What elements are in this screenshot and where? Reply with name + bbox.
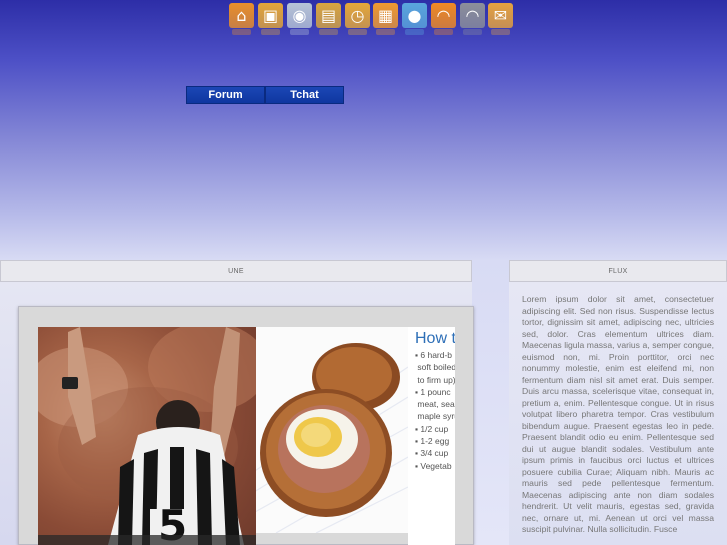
tab-tchat[interactable]: Tchat [265, 86, 344, 104]
referee-image-caption-bar [38, 535, 256, 545]
list-item: meat, seas [417, 399, 455, 410]
article-title[interactable]: How to [415, 330, 455, 348]
referee-image[interactable]: 5 [38, 327, 256, 545]
calendar-icon[interactable]: ▦ [373, 3, 398, 35]
une-header-label: UNE [228, 267, 244, 275]
chat-bubble-icon[interactable]: ● [402, 3, 427, 35]
list-item: ▪ 6 hard-b [415, 350, 453, 360]
list-item: ▪ 1 pounc [415, 386, 451, 397]
list-item: ▪ 1/2 cup [415, 423, 449, 434]
list-item: to firm up) [417, 374, 455, 385]
flux-header: FLUX [509, 260, 727, 282]
flux-header-label: FLUX [608, 267, 628, 275]
list-item: soft boiled [417, 362, 455, 373]
briefcase-icon[interactable]: ▣ [258, 3, 283, 35]
home-icon[interactable]: ⌂ [229, 3, 254, 35]
une-header: UNE [0, 260, 472, 282]
list-item: ▪ 3/4 cup [415, 448, 449, 459]
tab-forum[interactable]: Forum [186, 86, 265, 104]
feed-icon[interactable]: ◠ [460, 3, 485, 35]
recipe-article-preview[interactable]: How to ▪ 6 hard-b soft boiled to firm up… [408, 327, 455, 545]
main-nav: Forum Tchat [186, 86, 344, 104]
clock-icon[interactable]: ◷ [345, 3, 370, 35]
list-item: maple syru [417, 411, 455, 422]
list-item: ▪ 1-2 egg [415, 436, 450, 447]
mail-icon[interactable]: ✉ [488, 3, 513, 35]
cd-icon[interactable]: ◉ [287, 3, 312, 35]
list-item: ▪ Vegetab [415, 460, 452, 471]
rss-icon[interactable]: ◠ [431, 3, 456, 35]
flux-body-text: Lorem ipsum dolor sit amet, consectetuer… [522, 294, 714, 534]
clapperboard-icon[interactable]: ▤ [316, 3, 341, 35]
scotch-egg-image[interactable] [256, 327, 408, 533]
